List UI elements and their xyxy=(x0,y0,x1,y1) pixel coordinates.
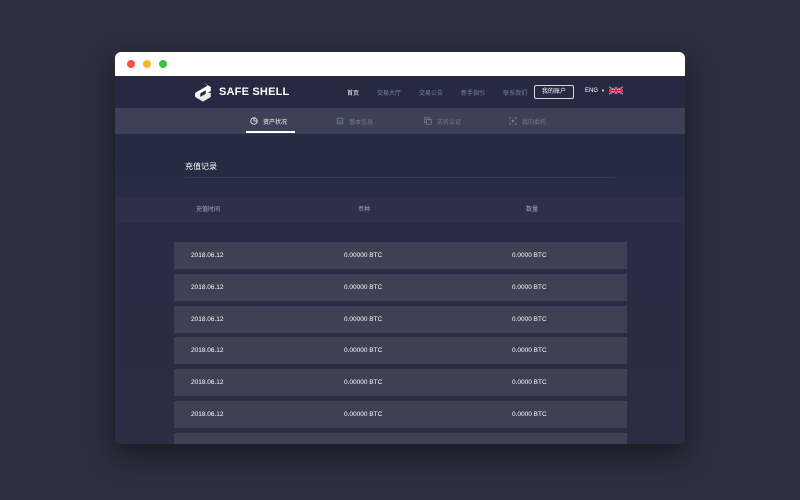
table-row: 2018.06.12 0.00000 BTC 0.0000 BTC xyxy=(174,400,627,428)
cell-time: 2018.06.12 xyxy=(191,347,224,355)
cell-amount: 0.0000 BTC xyxy=(512,347,547,355)
section-title: 充值记录 xyxy=(185,162,217,171)
records-table-body: 2018.06.12 0.00000 BTC 0.0000 BTC 2018.0… xyxy=(174,242,627,444)
maximize-window-button[interactable] xyxy=(159,60,167,68)
account-subnav: 资产状况 基本信息 实名认证 我的委托 xyxy=(115,108,685,134)
tab-my-orders[interactable]: 我的委托 xyxy=(509,108,546,134)
safe-shell-logo-icon xyxy=(195,82,211,102)
window-titlebar xyxy=(115,52,685,76)
tab-basic-info[interactable]: 基本信息 xyxy=(336,108,373,134)
my-account-button[interactable]: 我的账户 xyxy=(534,85,574,99)
cell-currency: 0.00000 BTC xyxy=(344,410,383,418)
minimize-window-button[interactable] xyxy=(143,60,151,68)
table-header: 充值时间 币种 数量 xyxy=(115,197,685,223)
cell-amount: 0.0000 BTC xyxy=(512,283,547,291)
copy-icon xyxy=(424,117,432,125)
cell-currency: 0.00000 BTC xyxy=(344,252,383,259)
main-menu: 首页 交易大厅 交易公告 新手指引 联系我们 xyxy=(347,76,545,108)
cell-amount: 0.0000 BTC xyxy=(512,252,547,259)
cell-currency: 0.00000 BTC xyxy=(344,347,383,355)
language-label: ENG xyxy=(585,87,599,94)
brand[interactable]: SAFE SHELL xyxy=(192,82,289,102)
table-row: 2018.06.12 0.00000 BTC 0.0000 BTC xyxy=(174,273,627,301)
id-card-icon xyxy=(336,117,344,125)
brand-name: SAFE SHELL xyxy=(219,86,290,98)
cell-time: 2018.06.12 xyxy=(191,252,224,259)
cell-amount: 0.0000 BTC xyxy=(512,315,547,323)
tab-basic-info-label: 基本信息 xyxy=(349,119,374,126)
cell-currency: 0.00000 BTC xyxy=(344,315,383,323)
section-divider xyxy=(185,177,615,178)
table-row: 2018.06.12 0.00000 BTC 0.0000 BTC xyxy=(174,369,627,397)
nav-item-home[interactable]: 首页 xyxy=(347,88,359,97)
table-row xyxy=(174,432,627,444)
cell-time: 2018.06.12 xyxy=(191,283,224,291)
main-content: 充值记录 充值时间 币种 数量 2018.06.12 0.00000 BTC 0… xyxy=(115,134,685,444)
column-header-currency: 币种 xyxy=(358,207,371,213)
nav-item-beginner-guide[interactable]: 新手指引 xyxy=(461,88,485,97)
language-selector[interactable]: ENG ▼ xyxy=(585,86,623,95)
column-header-amount: 数量 xyxy=(526,207,539,213)
tab-my-orders-label: 我的委托 xyxy=(522,119,547,126)
table-row: 2018.06.12 0.00000 BTC 0.0000 BTC xyxy=(174,337,627,365)
cell-amount: 0.0000 BTC xyxy=(512,410,547,418)
frame-icon xyxy=(509,117,517,125)
close-window-button[interactable] xyxy=(127,60,135,68)
tab-real-name-label: 实名认证 xyxy=(437,119,462,126)
nav-item-contact-us[interactable]: 联系我们 xyxy=(503,88,527,97)
column-header-time: 充值时间 xyxy=(196,207,221,213)
cell-currency: 0.00000 BTC xyxy=(344,379,383,387)
uk-flag-icon xyxy=(608,86,623,95)
tab-asset-status[interactable]: 资产状况 xyxy=(246,108,296,134)
cell-time: 2018.06.12 xyxy=(191,379,224,387)
active-tab-indicator xyxy=(246,131,296,133)
browser-window: SAFE SHELL 首页 交易大厅 交易公告 新手指引 联系我们 我的账户 E… xyxy=(115,52,685,444)
table-row: 2018.06.12 0.00000 BTC 0.0000 BTC xyxy=(174,242,627,269)
cell-amount: 0.0000 BTC xyxy=(512,379,547,387)
nav-item-trading-hall[interactable]: 交易大厅 xyxy=(377,88,401,97)
top-navigation: SAFE SHELL 首页 交易大厅 交易公告 新手指引 联系我们 我的账户 E… xyxy=(115,76,685,108)
pie-chart-icon xyxy=(250,117,258,125)
cell-currency: 0.00000 BTC xyxy=(344,283,383,291)
nav-item-announcements[interactable]: 交易公告 xyxy=(419,88,443,97)
tab-asset-status-label: 资产状况 xyxy=(263,119,288,126)
cell-time: 2018.06.12 xyxy=(191,315,224,323)
tab-real-name-verification[interactable]: 实名认证 xyxy=(424,108,461,134)
caret-down-icon: ▼ xyxy=(601,88,605,93)
cell-time: 2018.06.12 xyxy=(191,410,224,418)
table-row: 2018.06.12 0.00000 BTC 0.0000 BTC xyxy=(174,305,627,333)
